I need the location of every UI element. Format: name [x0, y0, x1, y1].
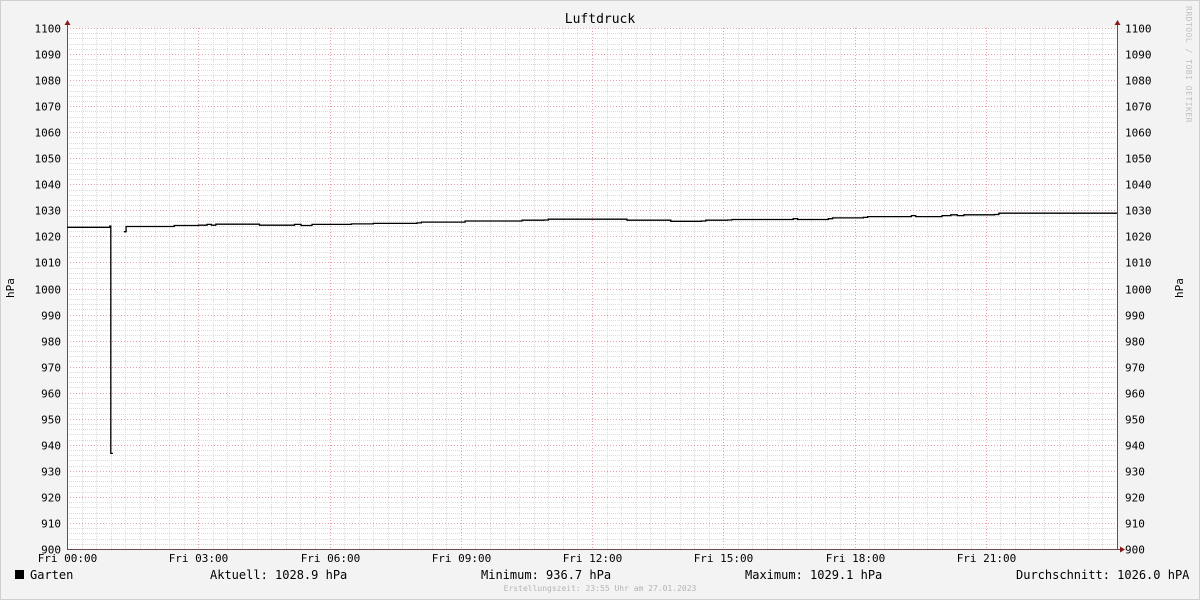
y-tick-label-right: 940 — [1125, 440, 1145, 453]
y-tick-label-right: 1080 — [1125, 75, 1152, 88]
y-tick-label-left: 910 — [41, 518, 61, 531]
y-tick-label-right: 990 — [1125, 310, 1145, 323]
x-tick-label: Fri 00:00 — [38, 552, 98, 565]
y-tick-label-right: 1090 — [1125, 49, 1152, 62]
y-tick-label-left: 960 — [41, 388, 61, 401]
y-tick-label-left: 1080 — [35, 75, 62, 88]
stat-average: Durchschnitt: 1026.0 hPA — [1016, 568, 1190, 582]
y-tick-label-right: 1030 — [1125, 205, 1152, 218]
x-tick-label: Fri 09:00 — [432, 552, 492, 565]
y-tick-label-left: 1070 — [35, 101, 62, 114]
y-tick-label-right: 920 — [1125, 492, 1145, 505]
y-tick-label-right: 980 — [1125, 336, 1145, 349]
creation-time-footer: Erstellungszeit: 23:55 Uhr am 27.01.2023 — [503, 584, 697, 593]
stat-minimum: Minimum: 936.7 hPa — [481, 568, 612, 582]
chart-stage: 900 900 910 910 920 920 930 930 940 940 950 950 960 9… — [0, 0, 1200, 600]
y-tick-label-right: 1050 — [1125, 153, 1152, 166]
y-tick-label-left: 930 — [41, 466, 61, 479]
y-tick-label-left: 1060 — [35, 127, 62, 140]
y-tick-label-left: 950 — [41, 414, 61, 427]
watermark: RRDTOOL / TOBI OETIKER — [1184, 6, 1193, 123]
stat-current: Aktuell: 1028.9 hPa — [210, 568, 348, 582]
y-tick-label-right: 1100 — [1125, 23, 1152, 36]
y-tick-label-right: 950 — [1125, 414, 1145, 427]
y-tick-label-left: 1100 — [35, 23, 62, 36]
y-tick-label-left: 1040 — [35, 179, 62, 192]
pressure-chart: 900 900910 910920 920930 930940 940950 950960 9… — [0, 0, 1200, 600]
y-tick-label-left: 1010 — [35, 257, 62, 270]
y-tick-label-right: 1060 — [1125, 127, 1152, 140]
y-tick-label-right: 1010 — [1125, 257, 1152, 270]
x-tick-label: Fri 12:00 — [563, 552, 623, 565]
y-tick-label-left: 1050 — [35, 153, 62, 166]
y-tick-label-left: 940 — [41, 440, 61, 453]
y-tick-label-left: 970 — [41, 362, 61, 375]
y-tick-label-left: 1090 — [35, 49, 62, 62]
legend-swatch-garten — [15, 570, 24, 579]
y-tick-label-right: 900 — [1125, 544, 1145, 557]
y-tick-label-left: 990 — [41, 310, 61, 323]
y-tick-label-right: 1020 — [1125, 231, 1152, 244]
y-tick-label-right: 930 — [1125, 466, 1145, 479]
x-tick-label: Fri 15:00 — [694, 552, 754, 565]
y-tick-label-right: 1000 — [1125, 284, 1152, 297]
y-tick-label-right: 910 — [1125, 518, 1145, 531]
y-tick-label-left: 1020 — [35, 231, 62, 244]
y-axis-label-left: hPa — [4, 278, 17, 298]
y-tick-label-right: 960 — [1125, 388, 1145, 401]
stat-maximum: Maximum: 1029.1 hPa — [745, 568, 883, 582]
x-tick-label: Fri 21:00 — [957, 552, 1017, 565]
y-axis-label-right: hPa — [1173, 278, 1186, 298]
y-tick-label-left: 1000 — [35, 284, 62, 297]
y-tick-label-right: 1070 — [1125, 101, 1152, 114]
y-tick-label-right: 1040 — [1125, 179, 1152, 192]
y-tick-label-left: 1030 — [35, 205, 62, 218]
y-tick-label-left: 980 — [41, 336, 61, 349]
x-tick-label: Fri 18:00 — [826, 552, 886, 565]
x-tick-label: Fri 06:00 — [301, 552, 361, 565]
legend-series-name: Garten — [30, 568, 74, 582]
y-tick-label-left: 920 — [41, 492, 61, 505]
x-tick-label: Fri 03:00 — [169, 552, 229, 565]
chart-title: Luftdruck — [565, 12, 636, 27]
y-tick-label-right: 970 — [1125, 362, 1145, 375]
